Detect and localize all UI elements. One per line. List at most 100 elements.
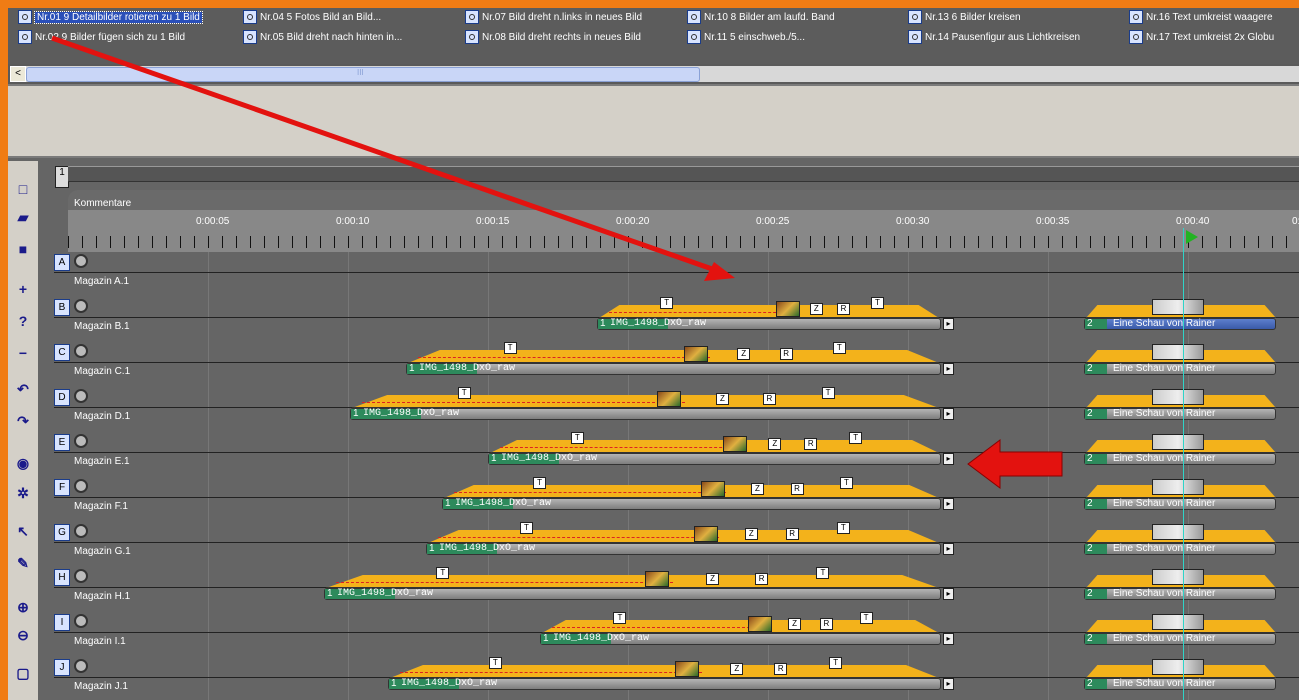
obj-minus-icon[interactable]: − [11,341,35,365]
show-clip[interactable]: 2 Eine Schau von Rainer [1084,588,1276,600]
keyframe-marker-z[interactable]: Z [715,393,729,405]
lane-e[interactable]: E Magazin E.1 Z R T T 1 IMG_1498_DxO_raw ▸ 2 Eine … [54,432,1299,476]
clip-end-marker[interactable]: ▸ [943,408,954,420]
save-icon[interactable]: ■ [11,237,35,261]
new-icon[interactable]: □ [11,177,35,201]
image-clip[interactable]: 1 IMG_1498_DxO_raw [406,363,941,375]
clip-end-marker[interactable]: ▸ [943,588,954,600]
image-clip[interactable]: 1 IMG_1498_DxO_raw [540,633,941,645]
effect-nr10[interactable]: Nr.10 8 Bilder am laufd. Band [687,8,835,26]
play-marker-icon[interactable] [1186,230,1198,244]
effect-nr08[interactable]: Nr.08 Bild dreht rechts in neues Bild [465,28,641,46]
gear-icon[interactable] [74,434,88,448]
effect-nr04[interactable]: Nr.04 5 Fotos Bild an Bild... [243,8,381,26]
keyframe-marker-t[interactable]: T [829,657,843,669]
lane-d[interactable]: D Magazin D.1 Z R T T 1 IMG_1498_DxO_raw ▸ 2 Eine … [54,387,1299,431]
show-thumbnail[interactable] [1152,614,1204,630]
gear-icon[interactable] [74,344,88,358]
clip-end-marker[interactable]: ▸ [943,453,954,465]
keyframe-marker-z[interactable]: Z [706,573,720,585]
thumbnail-image[interactable] [657,391,682,407]
keyframe-marker-r[interactable]: R [755,573,769,585]
show-clip[interactable]: 2 Eine Schau von Rainer [1084,363,1276,375]
keyframe-marker-z[interactable]: Z [768,438,782,450]
lane-b[interactable]: B Magazin B.1 Z R T T 1 IMG_1498_DxO_raw ▸ 2 Eine … [54,297,1299,341]
keyframe-marker-z[interactable]: Z [809,303,823,315]
thumbnail-image[interactable] [693,526,718,542]
thumbnail-image[interactable] [675,661,700,677]
clip-end-marker[interactable]: ▸ [943,363,954,375]
zoom-in-icon[interactable]: ⊕ [11,595,35,619]
clip-end-marker[interactable]: ▸ [943,543,954,555]
image-clip[interactable]: 1 IMG_1498_DxO_raw [597,318,941,330]
gear-icon[interactable] [74,614,88,628]
comments-track[interactable]: Kommentare [68,190,1299,210]
effect-nr05[interactable]: Nr.05 Bild dreht nach hinten in... [243,28,402,46]
image-clip[interactable]: 1 IMG_1498_DxO_raw [488,453,941,465]
keyframe-marker-z[interactable]: Z [744,528,758,540]
thumbnail-image[interactable] [775,301,800,317]
lane-c[interactable]: C Magazin C.1 Z R T T 1 IMG_1498_DxO_raw ▸ 2 Eine … [54,342,1299,386]
keyframe-marker-r[interactable]: R [774,663,788,675]
keyframe-marker-r[interactable]: R [790,483,804,495]
effect-nr01[interactable]: Nr.01 9 Detailbilder rotieren zu 1 Bild [18,8,203,26]
show-thumbnail[interactable] [1152,569,1204,585]
effect-nr14[interactable]: Nr.14 Pausenfigur aus Lichtkreisen [908,28,1080,46]
gear-icon[interactable] [74,569,88,583]
keyframe-marker-r[interactable]: R [837,303,850,315]
keyframe-marker-t[interactable]: T [488,657,502,669]
keyframe-marker-t[interactable]: T [816,567,830,579]
show-thumbnail[interactable] [1152,659,1204,675]
time-ruler[interactable]: 0:00:05 0:00:10 0:00:15 0:00:20 0:00:25 … [68,210,1299,252]
thumbnail-image[interactable] [701,481,726,497]
effect-nr16[interactable]: Nr.16 Text umkreist waagere [1129,8,1273,26]
keyframe-marker-t[interactable]: T [840,477,853,489]
gear-icon[interactable] [74,299,88,313]
show-clip[interactable]: 2 Eine Schau von Rainer [1084,453,1276,465]
show-clip[interactable]: 2 Eine Schau von Rainer [1084,633,1276,645]
show-thumbnail[interactable] [1152,524,1204,540]
show-thumbnail[interactable] [1152,389,1204,405]
open-icon[interactable]: ▰ [11,205,35,229]
clip-end-marker[interactable]: ▸ [943,678,954,690]
keyframe-marker-t[interactable]: T [613,612,627,624]
obj-query-icon[interactable]: ? [11,309,35,333]
gear-icon[interactable] [74,479,88,493]
effects-scrollbar[interactable]: < III [10,66,1299,82]
gear-icon[interactable] [74,524,88,538]
zoom-out-icon[interactable]: ⊖ [11,623,35,647]
show-clip[interactable]: 2 Eine Schau von Rainer [1084,318,1276,330]
effect-nr17[interactable]: Nr.17 Text umkreist 2x Globu [1129,28,1274,46]
effects-icon[interactable]: ✲ [11,481,35,505]
image-clip[interactable]: 1 IMG_1498_DxO_raw [350,408,941,420]
clip-end-marker[interactable]: ▸ [943,633,954,645]
keyframe-marker-t[interactable]: T [533,477,547,489]
keyframe-marker-r[interactable]: R [819,618,833,630]
scroll-thumb[interactable]: III [26,67,700,82]
keyframe-marker-t[interactable]: T [660,297,674,309]
image-clip[interactable]: 1 IMG_1498_DxO_raw [426,543,941,555]
effect-nr13[interactable]: Nr.13 6 Bilder kreisen [908,8,1021,26]
image-clip[interactable]: 1 IMG_1498_DxO_raw [442,498,941,510]
thumbnail-image[interactable] [748,616,773,632]
show-thumbnail[interactable] [1152,434,1204,450]
keyframe-marker-z[interactable]: Z [750,483,764,495]
show-thumbnail[interactable] [1152,479,1204,495]
show-clip[interactable]: 2 Eine Schau von Rainer [1084,498,1276,510]
square-icon[interactable]: ▢ [11,661,35,685]
gear-icon[interactable] [74,389,88,403]
color-wheel-icon[interactable]: ◉ [11,451,35,475]
thumbnail-image[interactable] [644,571,669,587]
show-clip[interactable]: 2 Eine Schau von Rainer [1084,543,1276,555]
undo-icon[interactable]: ↶ [11,377,35,401]
lane-h[interactable]: H Magazin H.1 Z R T T 1 IMG_1498_DxO_raw ▸ 2 Eine … [54,567,1299,611]
keyframe-marker-r[interactable]: R [779,348,793,360]
obj-plus-icon[interactable]: + [11,277,35,301]
keyframe-marker-t[interactable]: T [859,612,873,624]
lane-g[interactable]: G Magazin G.1 Z R T T 1 IMG_1498_DxO_raw ▸ 2 Eine … [54,522,1299,566]
keyframe-marker-z[interactable]: Z [730,663,744,675]
lane-a[interactable]: A Magazin A.1 [54,252,1299,296]
keyframe-marker-r[interactable]: R [785,528,799,540]
cursor-icon[interactable]: ↖ [11,519,35,543]
scroll-left-button[interactable]: < [10,66,26,82]
